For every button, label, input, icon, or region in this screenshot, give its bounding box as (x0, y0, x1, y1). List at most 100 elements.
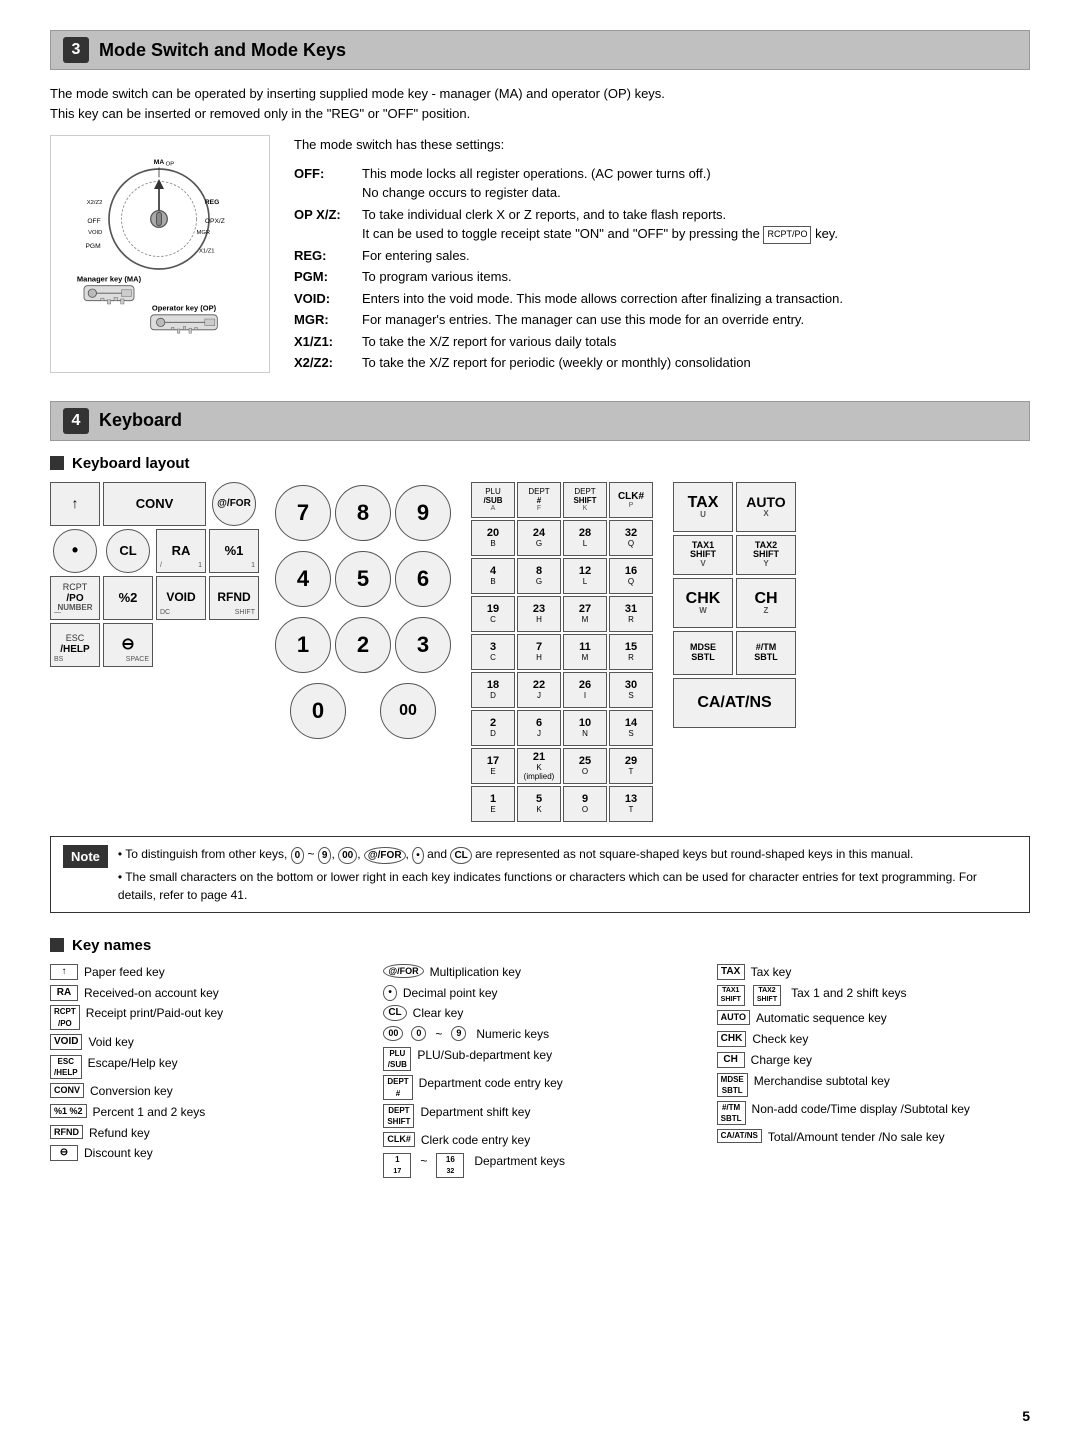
kn-badge-void: VOID (50, 1034, 82, 1050)
dept-key-clk: CLK# P (609, 482, 653, 518)
note-key-dot: • (412, 847, 424, 864)
key-0: 0 (290, 683, 346, 739)
kn-label-atfor: Multiplication key (430, 964, 521, 981)
kn-badge-dept16: 1632 (436, 1153, 464, 1178)
mode-key-reg: REG: (294, 246, 354, 266)
note-bullet-2: • The small characters on the bottom or … (118, 868, 1017, 904)
dept-key-15: 15R (609, 634, 653, 670)
kn-badge-percent: %1 %2 (50, 1104, 87, 1119)
kn-round-cl: CL (383, 1005, 406, 1021)
kn-deptcode: DEPT# Department code entry key (383, 1075, 696, 1099)
mode-key-x2z2: X2/Z2: (294, 353, 354, 373)
kn-deptshift: DEPTSHIFT Department shift key (383, 1104, 696, 1128)
kn-label-taxshift: Tax 1 and 2 shift keys (791, 985, 906, 1002)
dept-key-24: 24G (517, 520, 561, 556)
section-3: 3 Mode Switch and Mode Keys The mode swi… (50, 30, 1030, 373)
kn-badge-dept1: 117 (383, 1153, 411, 1178)
dept-key-19: 19C (471, 596, 515, 632)
kn-badge-ra: RA (50, 985, 78, 1001)
mode-switch-diagram: MA OP REG OPX/Z MGR OFF VOID PGM X1/Z1 X… (59, 144, 259, 344)
kn-tilde2: ~ (420, 1153, 427, 1170)
kb-center-block: 7 8 9 4 5 6 1 2 3 0 (275, 482, 451, 742)
key-rcptpo: RCPT /PO — NUMBER (50, 576, 100, 620)
kn-esc: ESC/HELP Escape/Help key (50, 1055, 363, 1079)
dept-key-1: 1E (471, 786, 515, 822)
kn-label-tmsbtl: Non-add code/Time display /Subtotal key (752, 1101, 970, 1118)
note-key-9: 9 (318, 847, 332, 864)
key-ra: RA 1 / (156, 529, 206, 573)
svg-text:MA: MA (154, 159, 165, 166)
dept-key-4: 4B (471, 558, 515, 594)
kn-label-cl: Clear key (413, 1005, 464, 1022)
kn-badge-deptshift: DEPTSHIFT (383, 1104, 414, 1128)
kn-plusub: PLU/SUB PLU/Sub-department key (383, 1047, 696, 1071)
kn-badge-ch: CH (717, 1052, 745, 1068)
mode-desc-x1z1: To take the X/Z report for various daily… (362, 332, 1030, 352)
section-3-header: 3 Mode Switch and Mode Keys (50, 30, 1030, 70)
section-4: 4 Keyboard Keyboard layout ↑ CONV @/FOR (50, 401, 1030, 1178)
dept-key-16: 16Q (609, 558, 653, 594)
dept-key-dept-shift: DEPT SHIFT K (563, 482, 607, 518)
key-caat-ns-row: CA/AT/NS (673, 678, 796, 728)
kn-label-rcptpo: Receipt print/Paid-out key (86, 1005, 223, 1022)
dept-key-14: 14S (609, 710, 653, 746)
key-void: VOID DC (156, 576, 206, 620)
mode-desc-pgm: To program various items. (362, 267, 1030, 287)
note-bullet-1: • To distinguish from other keys, 0 ~ 9,… (118, 845, 1017, 864)
key-3: 3 (395, 617, 451, 673)
key-4: 4 (275, 551, 331, 607)
key-percent1: %1 1 (209, 529, 259, 573)
kn-badge-tax1shift: TAX1SHIFT (717, 985, 745, 1007)
svg-text:REG: REG (205, 199, 219, 206)
dept-key-25: 25O (563, 748, 607, 784)
kn-badge-conv: CONV (50, 1083, 84, 1098)
mode-key-mgr: MGR: (294, 310, 354, 330)
kn-badge-deptcode: DEPT# (383, 1075, 412, 1099)
kn-label-conv: Conversion key (90, 1083, 173, 1100)
note-key-cl: CL (450, 847, 471, 864)
mode-key-off: OFF: (294, 164, 354, 203)
section-3-number: 3 (63, 37, 89, 63)
kn-round-atfor: @/FOR (383, 964, 423, 979)
mode-key-x1z1: X1/Z1: (294, 332, 354, 352)
mode-desc-x2z2: To take the X/Z report for periodic (wee… (362, 353, 1030, 373)
kn-label-mdse: Merchandise subtotal key (754, 1073, 890, 1090)
svg-text:OP: OP (166, 162, 175, 168)
kn-label-rfnd: Refund key (89, 1125, 150, 1142)
key-names-header: Key names (50, 937, 1030, 954)
kn-badge-chk: CHK (717, 1031, 747, 1047)
dept-key-26: 26I (563, 672, 607, 708)
kn-badge-caatns: CA/AT/NS (717, 1129, 762, 1142)
svg-text:VOID: VOID (88, 230, 102, 236)
key-names-col1: ↑ Paper feed key RA Received-on account … (50, 964, 363, 1178)
kn-label-chk: Check key (752, 1031, 808, 1048)
dept-key-5: 5K (517, 786, 561, 822)
kn-void: VOID Void key (50, 1034, 363, 1051)
note-key-0: 0 (291, 847, 305, 864)
key-mdse-sbtl: MDSE SBTL (673, 631, 733, 675)
dept-key-18: 18D (471, 672, 515, 708)
kn-label-discount: Discount key (84, 1145, 153, 1162)
subsection-square (50, 456, 64, 470)
key-ch: CH Z (736, 578, 796, 628)
kn-ra: RA Received-on account key (50, 985, 363, 1002)
note-key-atfor: @/FOR (364, 847, 406, 864)
dept-key-17: 17E (471, 748, 515, 784)
kn-discount: ⊖ Discount key (50, 1145, 363, 1162)
kn-round-decimal: • (383, 985, 397, 1001)
svg-text:MGR: MGR (197, 230, 211, 236)
key-percent2: %2 (103, 576, 153, 620)
key-names-square (50, 938, 64, 952)
keyboard-layout: ↑ CONV @/FOR • CL RA 1 / (50, 482, 1030, 822)
key-names-col3: TAX Tax key TAX1SHIFT TAX2SHIFT Tax 1 an… (717, 964, 1030, 1178)
kn-badge-esc: ESC/HELP (50, 1055, 82, 1079)
key-conv: CONV (103, 482, 206, 526)
kb-right-block: TAX U AUTO X TAX1 SHIFT V (673, 482, 796, 728)
svg-text:Operator key (OP): Operator key (OP) (152, 304, 217, 313)
kn-conv: CONV Conversion key (50, 1083, 363, 1100)
key-up-arrow: ↑ (50, 482, 100, 526)
keyboard-layout-section: Keyboard layout ↑ CONV @/FOR • (50, 455, 1030, 913)
kn-decimal: • Decimal point key (383, 985, 696, 1002)
kn-label-deptshift: Department shift key (420, 1104, 530, 1121)
dept-key-dept-hash: DEPT # F (517, 482, 561, 518)
